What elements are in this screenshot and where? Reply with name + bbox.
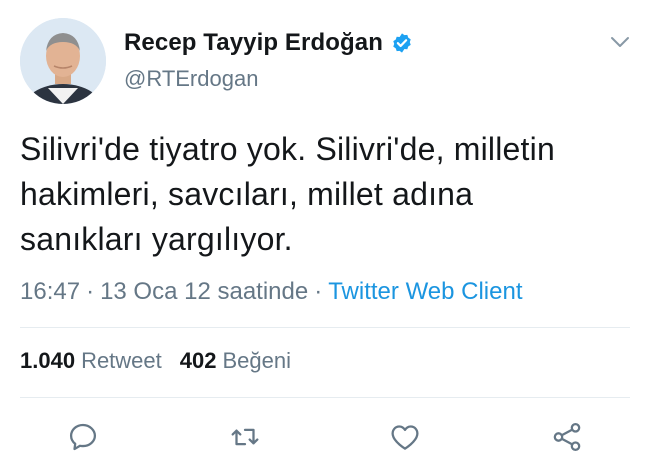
divider [20,397,630,398]
client-link[interactable]: Twitter Web Client [328,278,522,305]
name-row: Recep Tayyip Erdoğan [124,26,413,60]
tweet-meta: 16:47 · 13 Oca 12 saatinde · Twitter Web Cli… [20,278,523,306]
heart-icon[interactable] [388,420,422,454]
author-block: Recep Tayyip Erdoğan @RTErdogan [124,26,413,92]
avatar-image [20,18,106,104]
like-stat[interactable]: 402 Beğeni [180,348,291,373]
divider [20,327,630,328]
meta-separator: · [314,278,323,305]
tweet-text-line: sanıkları yargılıyor. [20,221,293,257]
tweet-text-line: hakimleri, savcıları, millet adına [20,176,474,212]
tweet-card: Recep Tayyip Erdoğan @RTErdogan Silivri'… [0,0,650,475]
handle[interactable]: @RTErdogan [124,66,413,92]
action-bar [0,412,650,460]
tweet-time[interactable]: 16:47 [20,278,80,305]
display-name[interactable]: Recep Tayyip Erdoğan [124,29,383,57]
retweet-label: Retweet [81,348,162,373]
retweet-stat[interactable]: 1.040 Retweet [20,348,162,373]
reply-icon[interactable] [66,420,100,454]
avatar[interactable] [20,18,106,104]
meta-separator: · [86,278,95,305]
tweet-date[interactable]: 13 Oca 12 saatinde [100,278,308,305]
retweet-icon[interactable] [228,420,262,454]
tweet-text-line: Silivri'de tiyatro yok. Silivri'de, mill… [20,131,555,167]
retweet-count: 1.040 [20,348,76,373]
like-label: Beğeni [222,348,292,373]
like-count: 402 [179,348,217,373]
tweet-text: Silivri'de tiyatro yok. Silivri'de, mill… [20,127,630,262]
verified-badge-icon [391,32,413,54]
share-icon[interactable] [550,420,584,454]
chevron-down-icon[interactable] [608,30,632,54]
tweet-stats: 1.040 Retweet 402 Beğeni [20,348,291,374]
